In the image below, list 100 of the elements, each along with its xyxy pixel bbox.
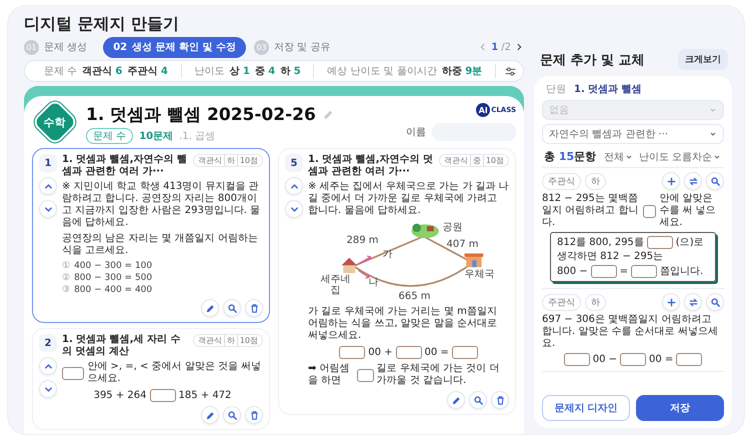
- design-button[interactable]: 문제지 디자인: [542, 395, 630, 421]
- filter-dropdown[interactable]: 자연수의 뺄셈과 관련한 ···: [542, 124, 724, 144]
- delete-button[interactable]: [491, 391, 509, 409]
- choice-text: 400 − 300 = 100: [74, 261, 152, 272]
- question-title: 1. 덧셈과 뺄셈,자연수의 덧셈과 관련한 여러 가···: [308, 154, 434, 178]
- replace-button[interactable]: [684, 172, 702, 190]
- edit-button[interactable]: [447, 391, 465, 409]
- search-icon: [472, 394, 484, 406]
- question-type: 객관식: [198, 155, 222, 166]
- logo-mark: AI: [476, 103, 490, 117]
- delete-button[interactable]: [245, 406, 263, 424]
- question-number: 1: [39, 154, 57, 172]
- question-text: 안에 >, =, < 중에서 알맞은 것을 써넣으세요.: [87, 361, 262, 386]
- subject-badge: 수학: [34, 100, 76, 144]
- page-total: /2: [501, 42, 511, 52]
- page-title: 디지털 문제지 만들기: [24, 14, 180, 34]
- count-tag: 문제 수: [86, 128, 134, 144]
- blank-box: [676, 353, 702, 366]
- question-number: 5: [285, 154, 303, 172]
- unit-value: 1. 덧셈과 뺄셈: [574, 83, 642, 96]
- summary-value: 객관식 6: [82, 65, 122, 78]
- question-level: 하: [224, 335, 235, 346]
- question-text: ➡ 어림셈을 하면: [308, 363, 351, 387]
- question-text: 공연장의 남은 자리는 몇 개쯤일지 어림하는 식을 고르세요.: [62, 233, 259, 257]
- question-count: 10문제: [139, 130, 174, 143]
- summary-value: 상 1: [229, 65, 250, 78]
- trash-icon: [494, 394, 506, 406]
- save-button[interactable]: 저장: [636, 395, 724, 421]
- post-office-icon: [464, 253, 483, 268]
- search-icon: [226, 302, 238, 314]
- search-button[interactable]: [706, 293, 724, 311]
- type-tag: 주관식: [542, 172, 581, 190]
- search-button[interactable]: [223, 299, 241, 318]
- question-text: 길로 우체국에 가는 것이 더 가까울 것 같습니다.: [376, 363, 500, 387]
- question-level: 중: [470, 155, 481, 166]
- blank-box: [150, 389, 176, 402]
- move-up-button[interactable]: [39, 177, 57, 195]
- choice-text: 800 − 300 = 500: [74, 272, 152, 284]
- pencil-icon: [322, 108, 335, 121]
- blank-box: [631, 265, 658, 278]
- sort-dropdown[interactable]: 난이도 오름차순: [638, 150, 722, 164]
- question-text: 800 −: [557, 266, 588, 278]
- map-label: 289 m: [346, 235, 379, 246]
- summary-value: 하 5: [280, 65, 301, 78]
- question-points: 10점: [236, 155, 258, 166]
- edit-button[interactable]: [201, 299, 219, 318]
- sort-dropdown[interactable]: 전체: [602, 150, 634, 164]
- question-type: 객관식: [198, 335, 222, 346]
- panel-title: 문제 추가 및 교체: [540, 52, 645, 68]
- blank-box: [646, 236, 673, 249]
- question-text: 00 +: [368, 346, 392, 358]
- arrow-icon: [358, 270, 370, 279]
- move-down-button[interactable]: [39, 380, 57, 398]
- arrow-icon: [358, 255, 372, 264]
- enlarge-button[interactable]: 크게보기: [678, 49, 728, 70]
- add-button[interactable]: [662, 172, 680, 190]
- caret-icon: [713, 152, 721, 160]
- question-text: 00 −: [592, 354, 617, 366]
- blank-box: [396, 346, 422, 359]
- map-label: 세주네 집: [320, 274, 350, 296]
- move-up-button[interactable]: [285, 177, 303, 195]
- caret-icon: [709, 130, 717, 138]
- question-number: 2: [39, 334, 57, 352]
- question-text: 185 + 472: [178, 390, 232, 402]
- sliders-icon: [504, 64, 517, 78]
- replace-button[interactable]: [684, 293, 702, 311]
- step-tab[interactable]: 02 생성 문제 확인 및 수정: [103, 36, 246, 58]
- move-down-button[interactable]: [39, 200, 57, 218]
- search-button[interactable]: [223, 406, 241, 424]
- blank-box: [620, 353, 646, 366]
- question-text: 가 길로 우체국에 가는 거리는 몇 m쯤일지 어림하는 식을 쓰고, 알맞은 말을 순서대로 써넣으세요.: [308, 306, 498, 342]
- map-label: 가: [382, 249, 392, 260]
- question-text: 812 − 295는 몇백쯤일지 어림하려고 합니다.: [542, 193, 640, 229]
- question-text: =: [620, 266, 628, 278]
- question-points: 10점: [482, 155, 504, 166]
- search-button[interactable]: [469, 391, 487, 409]
- house-icon: [341, 258, 356, 274]
- pencil-icon: [204, 410, 216, 421]
- question-text: 395 + 264: [94, 390, 146, 402]
- question-title: 1. 덧셈과 뺄셈,자연수의 뺄셈과 관련한 여러 가···: [62, 154, 188, 178]
- edit-button[interactable]: [201, 406, 219, 424]
- move-up-button[interactable]: [39, 357, 57, 376]
- search-icon: [710, 296, 720, 308]
- level-tag: 하: [585, 294, 606, 310]
- move-down-button[interactable]: [285, 200, 303, 218]
- unit-label: .1. 곱셈: [179, 130, 216, 143]
- choice-text: 800 − 400 = 400: [74, 284, 152, 296]
- add-button[interactable]: [662, 293, 680, 311]
- search-button[interactable]: [706, 172, 724, 190]
- unit-label: 단원: [546, 83, 566, 96]
- blank-box: [62, 366, 84, 380]
- question-text: ※ 세주는 집에서 우체국으로 가는 가 길과 나 길 중에서 더 가까운 길로 우체국에 가려고 합니다. 물음에 답하세요.: [308, 181, 509, 217]
- summary-value: 주관식 4: [127, 65, 168, 78]
- question-text: 00 =: [424, 346, 449, 358]
- map-label: 공원: [442, 222, 462, 233]
- blank-box: [590, 265, 617, 278]
- swap-icon: [688, 176, 698, 186]
- summary-value: 하중 9분: [442, 65, 482, 78]
- summary-label: 난이도: [194, 65, 224, 78]
- delete-button[interactable]: [245, 299, 263, 318]
